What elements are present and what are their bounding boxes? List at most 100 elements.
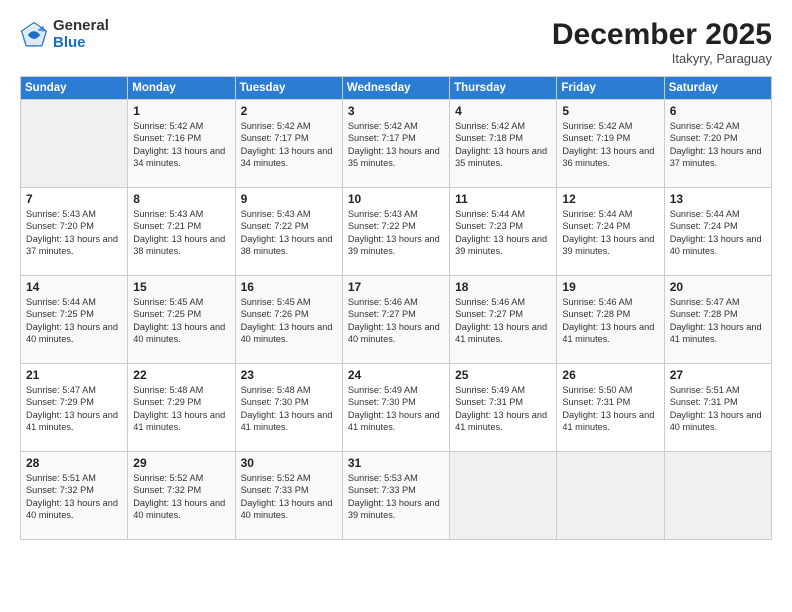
- header-day-tuesday: Tuesday: [235, 77, 342, 100]
- calendar-cell: 30Sunrise: 5:52 AMSunset: 7:33 PMDayligh…: [235, 452, 342, 540]
- location: Itakyry, Paraguay: [552, 51, 772, 66]
- cell-info: Sunrise: 5:51 AMSunset: 7:32 PMDaylight:…: [26, 472, 123, 522]
- cell-info: Sunrise: 5:48 AMSunset: 7:30 PMDaylight:…: [241, 384, 338, 434]
- calendar-cell: 15 Sunrise: 5:45 AMSunset: 7:25 PMDayligh…: [128, 276, 235, 364]
- month-title: December 2025: [552, 18, 772, 51]
- day-number: 24: [348, 368, 445, 382]
- calendar-cell: 10 Sunrise: 5:43 AMSunset: 7:22 PMDayligh…: [342, 188, 449, 276]
- cell-info: Sunrise: 5:46 AMSunset: 7:28 PMDaylight:…: [562, 296, 659, 346]
- cell-info: Sunrise: 5:42 AMSunset: 7:19 PMDaylight:…: [562, 120, 659, 170]
- day-number: 14: [26, 280, 123, 294]
- day-number: 3: [348, 104, 445, 118]
- cell-info: Sunrise: 5:46 AMSunset: 7:27 PMDaylight:…: [455, 296, 552, 346]
- week-row-2: 7 Sunrise: 5:43 AMSunset: 7:20 PMDaylight…: [21, 188, 772, 276]
- day-number: 22: [133, 368, 230, 382]
- calendar-cell: 23 Sunrise: 5:48 AMSunset: 7:30 PMDayligh…: [235, 364, 342, 452]
- cell-info: Sunrise: 5:43 AMSunset: 7:20 PMDaylight:…: [26, 208, 123, 258]
- logo-general: General: [53, 18, 109, 35]
- day-number: 17: [348, 280, 445, 294]
- day-number: 10: [348, 192, 445, 206]
- calendar-cell: 7 Sunrise: 5:43 AMSunset: 7:20 PMDaylight…: [21, 188, 128, 276]
- day-number: 16: [241, 280, 338, 294]
- calendar-table: SundayMondayTuesdayWednesdayThursdayFrid…: [20, 76, 772, 540]
- calendar-cell: 28 Sunrise: 5:51 AMSunset: 7:32 PMDayligh…: [21, 452, 128, 540]
- calendar-cell: 8Sunrise: 5:43 AMSunset: 7:21 PMDaylight…: [128, 188, 235, 276]
- day-number: 25: [455, 368, 552, 382]
- calendar-cell: 3Sunrise: 5:42 AMSunset: 7:17 PMDaylight…: [342, 100, 449, 188]
- cell-info: Sunrise: 5:42 AMSunset: 7:17 PMDaylight:…: [241, 120, 338, 170]
- header-day-friday: Friday: [557, 77, 664, 100]
- cell-info: Sunrise: 5:43 AMSunset: 7:22 PMDaylight:…: [241, 208, 338, 258]
- day-number: 11: [455, 192, 552, 206]
- calendar-cell: [21, 100, 128, 188]
- cell-info: Sunrise: 5:50 AMSunset: 7:31 PMDaylight:…: [562, 384, 659, 434]
- day-number: 13: [670, 192, 767, 206]
- header-day-monday: Monday: [128, 77, 235, 100]
- cell-info: Sunrise: 5:44 AMSunset: 7:24 PMDaylight:…: [562, 208, 659, 258]
- day-number: 28: [26, 456, 123, 470]
- cell-info: Sunrise: 5:42 AMSunset: 7:20 PMDaylight:…: [670, 120, 767, 170]
- calendar-cell: 4Sunrise: 5:42 AMSunset: 7:18 PMDaylight…: [450, 100, 557, 188]
- header-day-saturday: Saturday: [664, 77, 771, 100]
- cell-info: Sunrise: 5:44 AMSunset: 7:24 PMDaylight:…: [670, 208, 767, 258]
- calendar-cell: 18 Sunrise: 5:46 AMSunset: 7:27 PMDayligh…: [450, 276, 557, 364]
- calendar-cell: 17 Sunrise: 5:46 AMSunset: 7:27 PMDayligh…: [342, 276, 449, 364]
- cell-info: Sunrise: 5:42 AMSunset: 7:16 PMDaylight:…: [133, 120, 230, 170]
- calendar-cell: 9 Sunrise: 5:43 AMSunset: 7:22 PMDaylight…: [235, 188, 342, 276]
- cell-info: Sunrise: 5:52 AMSunset: 7:33 PMDaylight:…: [241, 472, 338, 522]
- cell-info: Sunrise: 5:47 AMSunset: 7:29 PMDaylight:…: [26, 384, 123, 434]
- day-number: 12: [562, 192, 659, 206]
- cell-info: Sunrise: 5:45 AMSunset: 7:25 PMDaylight:…: [133, 296, 230, 346]
- calendar-cell: 27 Sunrise: 5:51 AMSunset: 7:31 PMDayligh…: [664, 364, 771, 452]
- cell-info: Sunrise: 5:53 AMSunset: 7:33 PMDaylight:…: [348, 472, 445, 522]
- calendar-cell: 1 Sunrise: 5:42 AMSunset: 7:16 PMDaylight…: [128, 100, 235, 188]
- cell-info: Sunrise: 5:43 AMSunset: 7:21 PMDaylight:…: [133, 208, 230, 258]
- calendar-cell: 13 Sunrise: 5:44 AMSunset: 7:24 PMDayligh…: [664, 188, 771, 276]
- calendar-cell: 12 Sunrise: 5:44 AMSunset: 7:24 PMDayligh…: [557, 188, 664, 276]
- day-number: 1: [133, 104, 230, 118]
- header-day-thursday: Thursday: [450, 77, 557, 100]
- calendar-cell: 5 Sunrise: 5:42 AMSunset: 7:19 PMDaylight…: [557, 100, 664, 188]
- calendar-cell: 21 Sunrise: 5:47 AMSunset: 7:29 PMDayligh…: [21, 364, 128, 452]
- day-number: 21: [26, 368, 123, 382]
- cell-info: Sunrise: 5:44 AMSunset: 7:25 PMDaylight:…: [26, 296, 123, 346]
- day-number: 9: [241, 192, 338, 206]
- cell-info: Sunrise: 5:44 AMSunset: 7:23 PMDaylight:…: [455, 208, 552, 258]
- cell-info: Sunrise: 5:47 AMSunset: 7:28 PMDaylight:…: [670, 296, 767, 346]
- cell-info: Sunrise: 5:46 AMSunset: 7:27 PMDaylight:…: [348, 296, 445, 346]
- cell-info: Sunrise: 5:52 AMSunset: 7:32 PMDaylight:…: [133, 472, 230, 522]
- page: General Blue December 2025 Itakyry, Para…: [0, 0, 792, 612]
- header-day-sunday: Sunday: [21, 77, 128, 100]
- calendar-header: SundayMondayTuesdayWednesdayThursdayFrid…: [21, 77, 772, 100]
- cell-info: Sunrise: 5:48 AMSunset: 7:29 PMDaylight:…: [133, 384, 230, 434]
- calendar-cell: 14 Sunrise: 5:44 AMSunset: 7:25 PMDayligh…: [21, 276, 128, 364]
- logo-icon: [20, 21, 48, 49]
- day-number: 7: [26, 192, 123, 206]
- day-number: 27: [670, 368, 767, 382]
- calendar-cell: 24Sunrise: 5:49 AMSunset: 7:30 PMDayligh…: [342, 364, 449, 452]
- day-number: 5: [562, 104, 659, 118]
- day-number: 15: [133, 280, 230, 294]
- day-number: 18: [455, 280, 552, 294]
- day-number: 26: [562, 368, 659, 382]
- calendar-cell: 6Sunrise: 5:42 AMSunset: 7:20 PMDaylight…: [664, 100, 771, 188]
- calendar-cell: 25 Sunrise: 5:49 AMSunset: 7:31 PMDayligh…: [450, 364, 557, 452]
- cell-info: Sunrise: 5:43 AMSunset: 7:22 PMDaylight:…: [348, 208, 445, 258]
- logo: General Blue: [20, 18, 109, 51]
- calendar-cell: 29Sunrise: 5:52 AMSunset: 7:32 PMDayligh…: [128, 452, 235, 540]
- cell-info: Sunrise: 5:45 AMSunset: 7:26 PMDaylight:…: [241, 296, 338, 346]
- logo-text: General Blue: [53, 18, 109, 51]
- cell-info: Sunrise: 5:42 AMSunset: 7:18 PMDaylight:…: [455, 120, 552, 170]
- logo-blue: Blue: [53, 35, 109, 52]
- cell-info: Sunrise: 5:49 AMSunset: 7:31 PMDaylight:…: [455, 384, 552, 434]
- day-number: 20: [670, 280, 767, 294]
- week-row-3: 14 Sunrise: 5:44 AMSunset: 7:25 PMDayligh…: [21, 276, 772, 364]
- calendar-cell: 11 Sunrise: 5:44 AMSunset: 7:23 PMDayligh…: [450, 188, 557, 276]
- day-number: 31: [348, 456, 445, 470]
- calendar-cell: 20 Sunrise: 5:47 AMSunset: 7:28 PMDayligh…: [664, 276, 771, 364]
- calendar-cell: 22 Sunrise: 5:48 AMSunset: 7:29 PMDayligh…: [128, 364, 235, 452]
- day-number: 23: [241, 368, 338, 382]
- cell-info: Sunrise: 5:51 AMSunset: 7:31 PMDaylight:…: [670, 384, 767, 434]
- calendar-body: 1 Sunrise: 5:42 AMSunset: 7:16 PMDaylight…: [21, 100, 772, 540]
- header: General Blue December 2025 Itakyry, Para…: [20, 18, 772, 66]
